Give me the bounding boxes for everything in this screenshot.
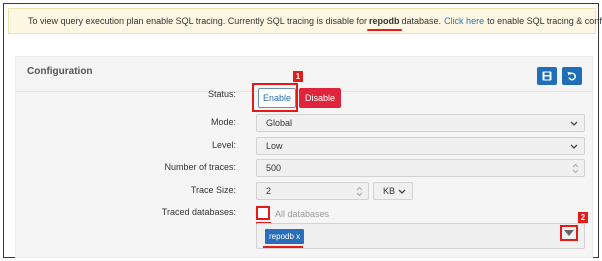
traced-databases-label: Traced databases: xyxy=(161,207,236,217)
configuration-panel: Configuration Status: 1 Enable Disable M… xyxy=(15,56,593,258)
undo-icon xyxy=(567,72,576,81)
save-button[interactable] xyxy=(537,67,557,85)
disable-button[interactable]: Disable xyxy=(299,88,341,108)
panel-title: Configuration xyxy=(27,66,93,77)
trace-size-unit: KB xyxy=(383,186,396,196)
callout-badge-1: 1 xyxy=(293,71,303,82)
alert-text-after: to enable SQL tracing & configure. xyxy=(487,16,602,26)
chevron-down-icon xyxy=(398,189,406,194)
chevron-down-icon xyxy=(570,121,578,126)
alert-db-name: repodb xyxy=(367,16,401,31)
undo-button[interactable] xyxy=(562,67,582,85)
chevron-down-icon xyxy=(570,144,578,149)
caret-down-icon xyxy=(564,230,574,236)
traces-value: 500 xyxy=(266,163,282,173)
trace-size-value: 2 xyxy=(266,186,272,196)
mode-select[interactable]: Global xyxy=(256,114,585,132)
trace-size-input[interactable]: 2 xyxy=(256,182,369,200)
level-select[interactable]: Low xyxy=(256,137,585,155)
all-databases-checkbox[interactable] xyxy=(256,206,270,220)
traces-input[interactable]: 500 xyxy=(256,159,585,177)
alert-text-before: To view query execution plan enable SQL … xyxy=(28,16,368,26)
trace-size-label: Trace Size: xyxy=(190,185,236,195)
traces-label: Number of traces: xyxy=(164,162,236,172)
callout-badge-2: 2 xyxy=(578,212,588,223)
mode-label: Mode: xyxy=(210,117,236,127)
status-label: Status: xyxy=(207,89,236,99)
database-tag[interactable]: repodb x xyxy=(265,229,305,244)
mode-value: Global xyxy=(266,118,293,128)
save-icon xyxy=(542,71,552,81)
level-label: Level: xyxy=(211,140,236,150)
enable-button[interactable]: Enable xyxy=(258,88,296,108)
databases-dropdown-toggle[interactable] xyxy=(560,225,578,241)
all-databases-label: All databases xyxy=(275,209,330,219)
trace-size-unit-select[interactable]: KB xyxy=(373,182,413,200)
sql-tracing-alert: To view query execution plan enable SQL … xyxy=(8,8,602,34)
level-value: Low xyxy=(266,141,283,151)
spinner-icon[interactable] xyxy=(571,162,580,175)
spinner-icon[interactable] xyxy=(355,185,364,198)
click-here-link[interactable]: Click here xyxy=(444,16,484,26)
alert-text-middle: database. xyxy=(401,16,442,26)
screenshot-frame: To view query execution plan enable SQL … xyxy=(3,3,602,258)
databases-multiselect[interactable]: repodb x xyxy=(256,223,585,249)
tag-underline xyxy=(263,246,303,248)
